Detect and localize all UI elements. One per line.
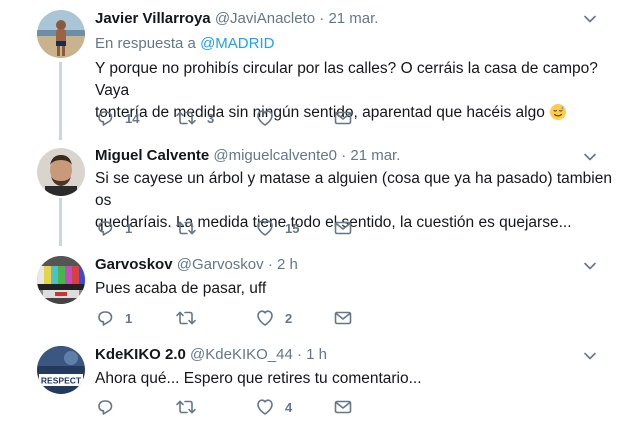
retweet-icon: [175, 308, 197, 328]
direct-message-button[interactable]: [333, 397, 353, 417]
timestamp[interactable]: 2 h: [277, 256, 298, 273]
retweet-count: 3: [207, 110, 215, 126]
mail-icon: [333, 218, 353, 238]
like-button[interactable]: 2: [255, 308, 292, 328]
retweet-button[interactable]: [175, 308, 207, 328]
tweet-4[interactable]: RESPECT KdeKIKO 2.0 @KdeKIKO_44 · 1 h Ah…: [0, 342, 633, 421]
mail-icon: [333, 397, 353, 417]
tweet-header: KdeKIKO 2.0 @KdeKIKO_44 · 1 h: [95, 345, 327, 365]
tweet-text-line: Si se cayese un árbol y matase a alguien…: [95, 170, 612, 209]
tweet-1[interactable]: Javier Villarroya @JaviAnacleto · 21 mar…: [0, 0, 633, 140]
user-name[interactable]: KdeKIKO 2.0: [95, 346, 186, 363]
avatar[interactable]: RESPECT: [37, 346, 85, 394]
heart-icon: [255, 218, 275, 238]
retweet-button[interactable]: [175, 397, 207, 417]
reply-icon: [95, 308, 115, 328]
tweet-3[interactable]: Garvoskov @Garvoskov · 2 h Pues acaba de…: [0, 246, 633, 342]
tweet-text-line: Pues acaba de pasar, uff: [95, 280, 267, 297]
retweet-icon: [175, 397, 197, 417]
direct-message-button[interactable]: [333, 308, 353, 328]
reply-prefix: En respuesta a: [95, 35, 196, 52]
tweet-header: Javier Villarroya @JaviAnacleto · 21 mar…: [95, 9, 378, 29]
thread-line: [59, 198, 62, 246]
reply-icon: [95, 218, 115, 238]
tweet-text: Si se cayese un árbol y matase a alguien…: [95, 168, 615, 234]
avatar[interactable]: [37, 10, 85, 58]
user-name[interactable]: Garvoskov: [95, 256, 173, 273]
separator-dot: ·: [341, 147, 347, 164]
separator-dot: ·: [267, 256, 273, 273]
mail-icon: [333, 308, 353, 328]
separator-dot: ·: [319, 10, 325, 27]
chevron-down-icon[interactable]: [583, 349, 597, 363]
retweet-icon: [175, 108, 197, 128]
user-handle[interactable]: @Garvoskov: [177, 256, 264, 273]
separator-dot: ·: [297, 346, 302, 363]
tweet-header: Miguel Calvente @miguelcalvente0 · 21 ma…: [95, 146, 400, 166]
reply-mention-link[interactable]: @MADRID: [200, 35, 274, 52]
avatar[interactable]: [37, 148, 85, 196]
reply-button[interactable]: 14: [95, 108, 139, 128]
chevron-down-icon[interactable]: [583, 12, 597, 26]
reply-button[interactable]: [95, 397, 125, 417]
like-button[interactable]: 4: [255, 397, 292, 417]
like-button[interactable]: 15: [255, 218, 299, 238]
reply-context: En respuesta a @MADRID: [95, 34, 274, 54]
heart-icon: [255, 108, 275, 128]
chevron-down-icon[interactable]: [583, 259, 597, 273]
tweet-text-line: tontería de medida sin ningún sentido, a…: [95, 104, 545, 121]
reply-button[interactable]: 1: [95, 308, 132, 328]
retweet-button[interactable]: [175, 218, 207, 238]
user-name[interactable]: Javier Villarroya: [95, 10, 211, 27]
like-count: 2: [285, 310, 293, 326]
timestamp[interactable]: 21 mar.: [350, 147, 400, 164]
direct-message-button[interactable]: [333, 108, 353, 128]
tweet-text: Ahora qué... Espero que retires tu comen…: [95, 368, 595, 390]
like-count: 4: [285, 399, 293, 415]
timestamp[interactable]: 21 mar.: [328, 10, 378, 27]
reply-icon: [95, 108, 115, 128]
tweet-2[interactable]: Miguel Calvente @miguelcalvente0 · 21 ma…: [0, 140, 633, 246]
like-count: 15: [285, 220, 300, 236]
retweet-button[interactable]: 3: [175, 108, 214, 128]
retweet-icon: [175, 218, 197, 238]
tweet-text: Pues acaba de pasar, uff: [95, 278, 595, 300]
reply-count: 14: [125, 110, 140, 126]
tweet-text-line: Ahora qué... Espero que retires tu comen…: [95, 370, 422, 387]
user-handle[interactable]: @miguelcalvente0: [213, 147, 337, 164]
thread-line: [59, 62, 62, 140]
reply-button[interactable]: 1: [95, 218, 132, 238]
timestamp[interactable]: 1 h: [306, 346, 327, 363]
user-handle[interactable]: @KdeKIKO_44: [190, 346, 293, 363]
direct-message-button[interactable]: [333, 218, 353, 238]
tweet-header: Garvoskov @Garvoskov · 2 h: [95, 255, 298, 275]
tweet-text: Y porque no prohibís circular por las ca…: [95, 58, 615, 128]
reply-icon: [95, 397, 115, 417]
chevron-down-icon[interactable]: [583, 150, 597, 164]
avatar-logo-text: RESPECT: [41, 376, 82, 386]
mail-icon: [333, 108, 353, 128]
tweet-text-line: Y porque no prohibís circular por las ca…: [95, 60, 598, 99]
smiling-face-with-sweat-icon: [549, 103, 567, 128]
heart-icon: [255, 308, 275, 328]
user-handle[interactable]: @JaviAnacleto: [215, 10, 315, 27]
avatar[interactable]: [37, 256, 85, 304]
reply-count: 1: [125, 220, 133, 236]
user-name[interactable]: Miguel Calvente: [95, 147, 209, 164]
like-button[interactable]: [255, 108, 285, 128]
heart-icon: [255, 397, 275, 417]
reply-count: 1: [125, 310, 133, 326]
tweet-text-line: quedaríais. La medida tiene todo el sent…: [95, 214, 572, 231]
